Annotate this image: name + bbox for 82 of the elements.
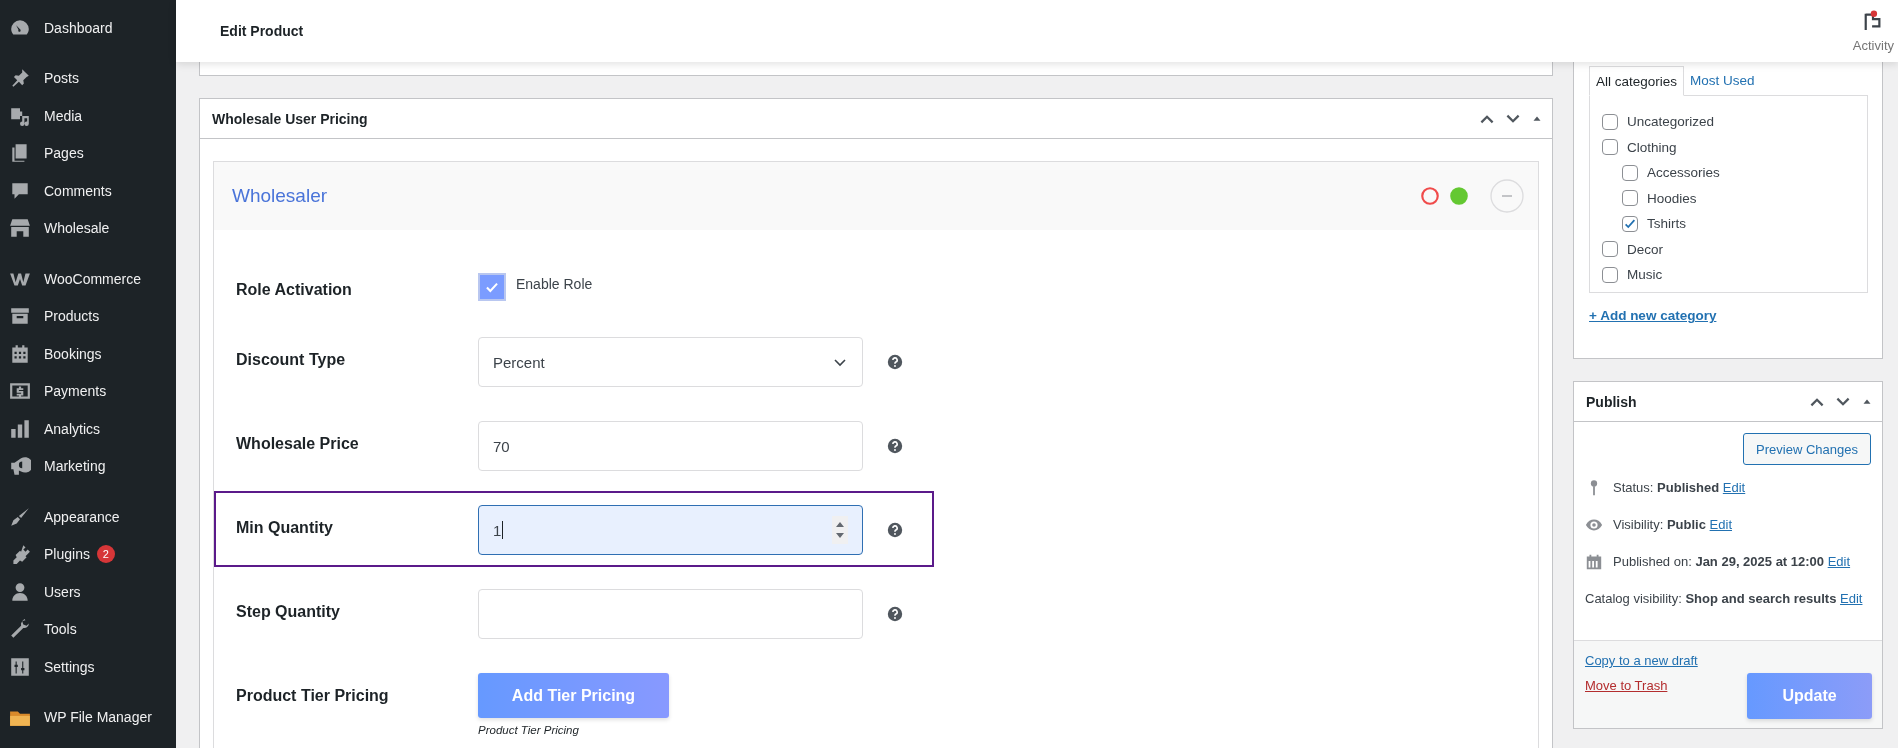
checkbox[interactable] [1622,190,1638,207]
copy-draft-link[interactable]: Copy to a new draft [1585,653,1698,668]
select-field[interactable]: Percent [478,337,863,387]
help-icon[interactable] [887,606,903,622]
sidebar-item[interactable]: Pages [0,134,176,172]
checkbox[interactable] [1622,215,1638,232]
edit-link[interactable]: Edit [1722,480,1746,495]
sliders-icon [9,655,31,678]
sidebar-item[interactable]: Payments [0,372,176,410]
input-field[interactable] [478,589,863,639]
megaphone-icon [9,455,31,478]
publish-info: Visibility: Public [1613,517,1706,532]
category-label: Clothing [1627,139,1677,155]
category-label: Hoodies [1647,190,1697,206]
category-label: Uncategorized [1627,114,1715,130]
input-field[interactable]: 70 [478,421,863,471]
sidebar-item[interactable]: Media [0,97,176,135]
sidebar-item[interactable]: Products [0,297,176,335]
category-label: Tshirts [1647,216,1686,232]
status-dot[interactable] [1421,187,1439,205]
help-icon[interactable] [887,354,903,370]
spinner-icon[interactable] [832,516,848,544]
sidebar-item[interactable]: Comments [0,172,176,210]
sidebar-item[interactable]: Analytics [0,410,176,448]
sidebar-item[interactable]: WP File Manager [0,698,176,736]
sidebar-item[interactable]: Tools [0,610,176,648]
category-label: Decor [1627,241,1663,257]
checkbox[interactable] [1602,241,1618,258]
pin-icon [9,67,31,90]
tab[interactable]: All categories [1589,66,1685,96]
edit-link[interactable]: Edit [1709,517,1732,532]
field-caption: Product Tier Pricing [478,724,580,736]
checkbox[interactable] [478,273,506,301]
sidebar-item[interactable]: Wholesale [0,209,176,247]
edit-link[interactable]: Edit [1840,591,1863,606]
storefront-icon [9,217,31,240]
checkbox[interactable] [1602,266,1618,283]
calendar-icon [1585,553,1603,571]
field-label: Discount Type [236,350,347,369]
add-category-link[interactable]: + Add new category [1589,308,1717,323]
page-title: Edit Product [220,23,304,39]
checkbox[interactable] [1622,164,1638,181]
field-label: Wholesale Price [236,434,360,453]
sidebar-item[interactable]: Users [0,573,176,611]
sidebar-item[interactable]: Plugins 2 [0,535,176,573]
edit-link[interactable]: Edit [1827,554,1851,569]
sidebar-item[interactable]: Marketing [0,447,176,485]
panel-title: Wholesale User Pricing [212,110,368,127]
sidebar-item[interactable]: Appearance [0,498,176,536]
paintbrush-icon [9,505,31,528]
field-label: Product Tier Pricing [236,686,390,705]
status-dot[interactable] [1450,187,1468,205]
field-label: Min Quantity [236,518,334,537]
category-label: Accessories [1647,165,1720,181]
publish-info: Status: Published [1613,480,1720,495]
sidebar-item[interactable]: Dashboard [0,9,176,47]
tab[interactable]: Most Used [1684,66,1761,95]
sidebar-item[interactable]: WooCommerce [0,260,176,298]
publish-info: Catalog visibility: Shop and search results [1585,591,1837,606]
count-badge: 2 [96,545,115,564]
category-label: Music [1627,267,1663,283]
wrench-icon [9,618,31,641]
input-field[interactable]: 1 [478,505,863,555]
panel-title: Publish [1586,393,1637,410]
field-label: Role Activation [236,280,353,299]
publish-info: Published on: Jan 29, 2025 at 12:00 [1613,554,1825,569]
person-icon [9,580,31,603]
sidebar-item[interactable]: Bookings [0,335,176,373]
bar-chart-icon [9,417,31,440]
preview-changes-button[interactable]: Preview Changes [1743,433,1871,465]
role-title[interactable]: Wholesaler [232,185,328,207]
help-icon[interactable] [887,522,903,538]
checkbox[interactable] [1602,139,1618,156]
sidebar-item[interactable]: Settings [0,648,176,686]
help-icon[interactable] [887,438,903,454]
sidebar-item[interactable]: Posts [0,59,176,97]
field-label: Step Quantity [236,602,341,621]
checkbox-label: Enable Role [516,276,593,292]
calendar-icon [9,342,31,365]
activity-button[interactable]: Activity [1852,9,1894,53]
checkbox[interactable] [1602,113,1618,130]
move-to-trash-link[interactable]: Move to Trash [1585,678,1698,693]
